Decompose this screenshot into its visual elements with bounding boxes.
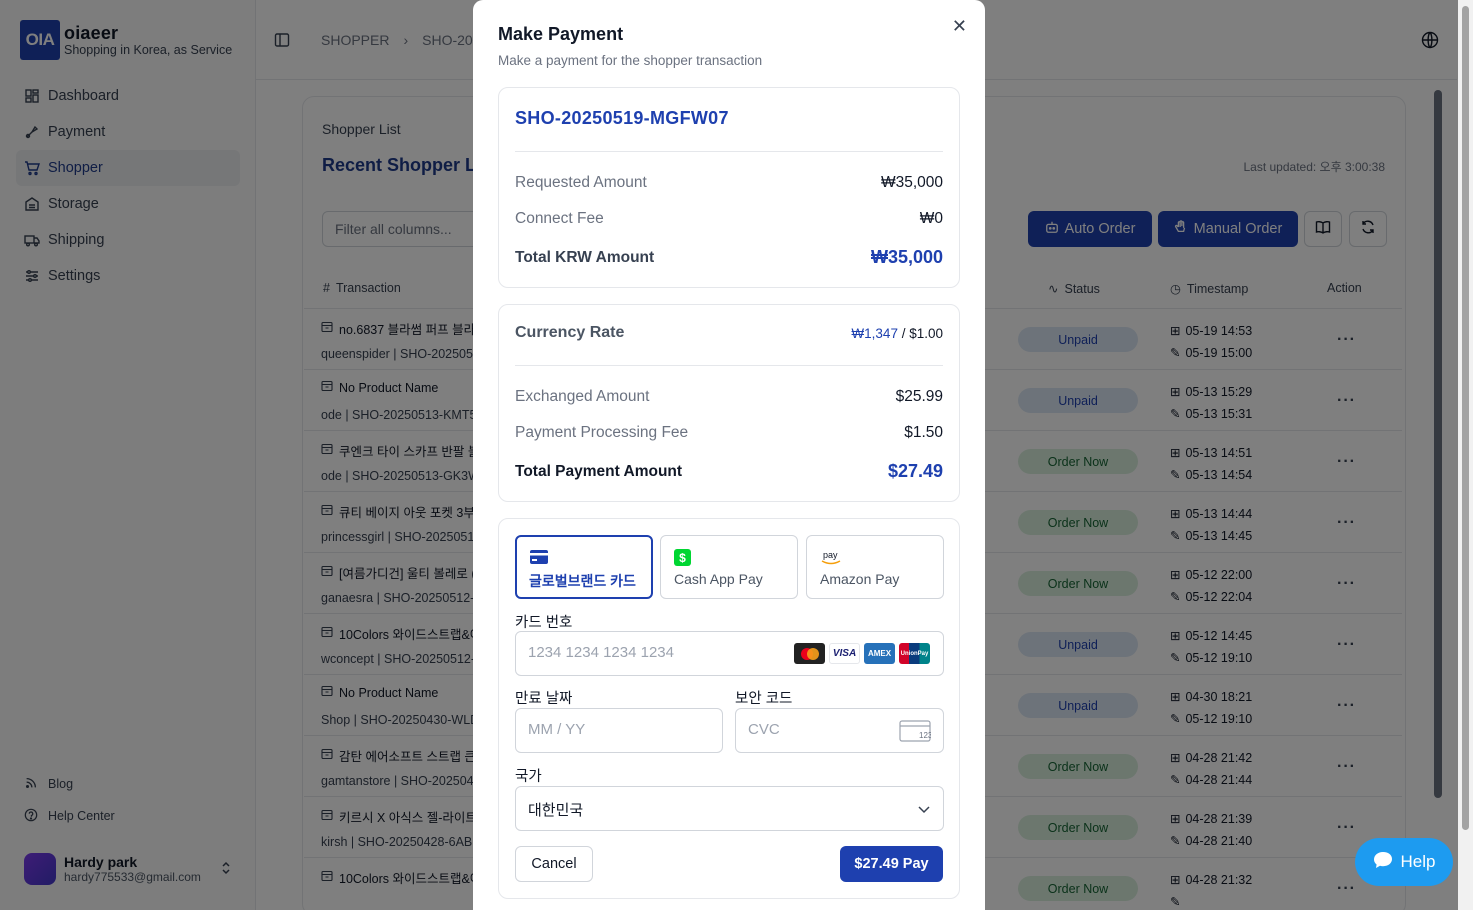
cash-app-icon: $: [674, 549, 691, 571]
unionpay-icon: UnionPay: [899, 643, 930, 664]
card-number-input[interactable]: 1234 1234 1234 1234 VISA AMEX UnionPay: [515, 631, 944, 676]
modal-description: Make a payment for the shopper transacti…: [498, 53, 763, 68]
modal-title: Make Payment: [498, 24, 624, 44]
requested-amount: ₩35,000: [880, 174, 943, 191]
method-label: Cash App Pay: [674, 571, 763, 587]
method-label: 글로벌브랜드 카드: [529, 573, 636, 589]
credit-card-icon: [530, 550, 548, 569]
method-card[interactable]: 글로벌브랜드 카드: [515, 535, 653, 599]
expiry-input[interactable]: MM / YY: [515, 708, 723, 753]
scrollbar-thumb[interactable]: [1462, 6, 1469, 830]
requested-amount-row: Requested Amount ₩35,000: [515, 174, 943, 191]
country-label: 국가: [515, 769, 542, 785]
method-label: Amazon Pay: [820, 571, 900, 587]
method-amazon-pay[interactable]: pay Amazon Pay: [806, 535, 944, 599]
total-krw-row: Total KRW Amount ₩35,000: [515, 247, 943, 267]
page-scrollbar[interactable]: [1458, 0, 1473, 910]
payment-form: 글로벌브랜드 카드 $ Cash App Pay pay Amazon Pay …: [498, 518, 960, 899]
svg-text:$: $: [679, 551, 686, 565]
close-icon[interactable]: ✕: [952, 16, 967, 37]
cancel-button[interactable]: Cancel: [515, 846, 593, 882]
help-label: Help: [1400, 852, 1436, 871]
connect-fee: ₩0: [919, 210, 943, 227]
exchanged-amount-row: Exchanged Amount $25.99: [515, 388, 943, 405]
processing-fee-row: Payment Processing Fee $1.50: [515, 424, 943, 441]
usd-summary: Currency Rate ₩1,347 / $1.00 Exchanged A…: [498, 304, 960, 502]
transaction-id: SHO-20250519-MGFW07: [515, 108, 729, 128]
pay-button[interactable]: $27.49 Pay: [840, 846, 943, 882]
total-payment: $27.49: [887, 461, 943, 481]
help-button[interactable]: Help: [1355, 838, 1453, 886]
cvc-card-icon: 123: [899, 720, 933, 746]
connect-fee-row: Connect Fee ₩0: [515, 210, 943, 227]
divider: [515, 151, 943, 152]
chevron-down-icon: [917, 802, 931, 820]
chat-bubble-icon: [1373, 851, 1393, 874]
card-number-label: 카드 번호: [515, 615, 573, 631]
svg-text:pay: pay: [823, 550, 838, 560]
visa-icon: VISA: [829, 643, 860, 664]
method-cash-app[interactable]: $ Cash App Pay: [660, 535, 798, 599]
divider: [515, 365, 943, 366]
krw-summary: SHO-20250519-MGFW07 Requested Amount ₩35,…: [498, 87, 960, 288]
total-payment-row: Total Payment Amount $27.49: [515, 461, 943, 481]
cvc-input[interactable]: CVC 123: [735, 708, 944, 753]
country-select[interactable]: 대한민국: [515, 786, 944, 831]
make-payment-modal: ✕ Make Payment Make a payment for the sh…: [473, 0, 985, 910]
amazon-pay-icon: pay: [820, 549, 842, 571]
total-krw: ₩35,000: [870, 247, 943, 267]
card-brands: VISA AMEX UnionPay: [794, 643, 930, 664]
svg-text:123: 123: [919, 731, 931, 740]
expiry-label: 만료 날짜: [515, 691, 573, 707]
exchanged-amount: $25.99: [895, 388, 943, 405]
mastercard-icon: [794, 643, 825, 664]
cvc-label: 보안 코드: [735, 691, 793, 707]
currency-rate-value: ₩1,347 / $1.00: [851, 326, 943, 341]
amex-icon: AMEX: [864, 643, 895, 664]
processing-fee: $1.50: [904, 424, 943, 441]
currency-rate-label: Currency Rate: [515, 324, 625, 341]
